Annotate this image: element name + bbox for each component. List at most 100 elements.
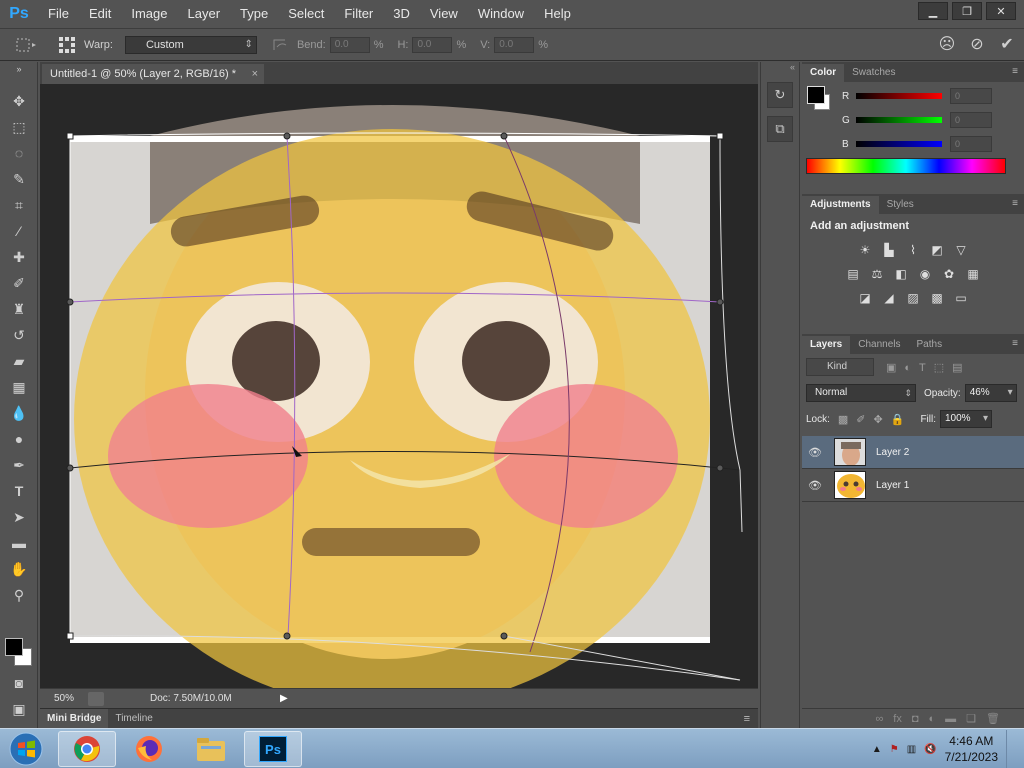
zoom-tool-icon[interactable]: ⚲	[0, 582, 38, 608]
warp-style-select[interactable]: Custom	[124, 35, 257, 54]
layer-style-icon[interactable]: fx	[893, 713, 902, 725]
puppet-warp-icon[interactable]: ☹	[936, 33, 958, 55]
selective-color-icon[interactable]: ▩	[927, 288, 947, 308]
blend-mode-select[interactable]: Normal	[806, 384, 916, 402]
menu-help[interactable]: Help	[534, 0, 581, 28]
tool-preset-icon[interactable]	[0, 34, 54, 56]
canvas-area[interactable]	[40, 84, 758, 688]
exposure-icon[interactable]: ◩	[927, 240, 947, 260]
commit-transform-icon[interactable]: ✔	[996, 33, 1018, 55]
menu-select[interactable]: Select	[278, 0, 334, 28]
properties-panel-icon[interactable]: ⧉	[767, 116, 793, 142]
bend-field[interactable]: 0.0	[329, 36, 370, 53]
layers-panel-menu-icon[interactable]: ≡	[1012, 338, 1018, 349]
path-selection-tool-icon[interactable]: ➤	[0, 504, 38, 530]
menu-layer[interactable]: Layer	[178, 0, 231, 28]
taskbar-file-explorer[interactable]	[182, 731, 240, 767]
show-hidden-icons[interactable]: ▲	[872, 744, 882, 755]
pen-tool-icon[interactable]: ✒	[0, 452, 38, 478]
vibrance-icon[interactable]: ▽	[951, 240, 971, 260]
move-tool-icon[interactable]: ✥	[0, 88, 38, 114]
brightness-contrast-icon[interactable]: ☀	[855, 240, 875, 260]
minimize-button[interactable]: ▁	[918, 2, 948, 20]
show-desktop-button[interactable]	[1006, 730, 1018, 768]
tab-swatches[interactable]: Swatches	[844, 64, 903, 82]
new-layer-icon[interactable]: ❏	[966, 712, 976, 725]
eyedropper-tool-icon[interactable]: ⁄	[0, 218, 38, 244]
type-tool-icon[interactable]: T	[0, 478, 38, 504]
foreground-color-swatch[interactable]	[5, 638, 23, 656]
screen-mode-icon[interactable]: ▣	[0, 696, 38, 722]
color-spectrum-bar[interactable]	[806, 158, 1006, 174]
document-tab[interactable]: Untitled-1 @ 50% (Layer 2, RGB/16) * ×	[42, 64, 264, 84]
status-info-icon[interactable]	[88, 691, 104, 706]
color-lookup-icon[interactable]: ▦	[963, 264, 983, 284]
tab-channels[interactable]: Channels	[850, 336, 908, 354]
action-center-icon[interactable]: ⚑	[890, 744, 899, 755]
hue-saturation-icon[interactable]: ▤	[843, 264, 863, 284]
taskbar-chrome[interactable]	[58, 731, 116, 767]
opacity-field[interactable]: 46%	[964, 384, 1017, 402]
h-field[interactable]: 0.0	[412, 36, 453, 53]
menu-window[interactable]: Window	[468, 0, 534, 28]
red-value-field[interactable]: 0	[950, 88, 992, 104]
lock-icons[interactable]: ▩✐✥🔒	[838, 413, 913, 426]
dodge-tool-icon[interactable]: ●	[0, 426, 38, 452]
rectangle-tool-icon[interactable]: ▬	[0, 530, 38, 556]
tab-styles[interactable]: Styles	[879, 196, 922, 214]
brush-tool-icon[interactable]: ✐	[0, 270, 38, 296]
tab-paths[interactable]: Paths	[909, 336, 951, 354]
collapse-toolbar-icon[interactable]: »	[0, 62, 38, 76]
cancel-transform-icon[interactable]: ⊘	[966, 33, 988, 55]
quick-mask-icon[interactable]: ◙	[0, 670, 38, 696]
red-slider[interactable]	[856, 93, 942, 99]
fill-field[interactable]: 100%	[940, 410, 992, 428]
healing-brush-tool-icon[interactable]: ✚	[0, 244, 38, 270]
start-button[interactable]	[2, 730, 50, 768]
add-mask-icon[interactable]: ◘	[912, 713, 919, 725]
menu-3d[interactable]: 3D	[383, 0, 420, 28]
tab-timeline[interactable]: Timeline	[108, 709, 159, 729]
green-slider[interactable]	[856, 117, 942, 123]
crop-tool-icon[interactable]: ⌗	[0, 192, 38, 218]
restore-button[interactable]: ❐	[952, 2, 982, 20]
link-layers-icon[interactable]: ∞	[875, 713, 883, 725]
color-panel-menu-icon[interactable]: ≡	[1012, 66, 1018, 77]
color-fg-swatch[interactable]	[807, 86, 825, 104]
posterize-icon[interactable]: ◢	[879, 288, 899, 308]
tab-mini-bridge[interactable]: Mini Bridge	[40, 708, 109, 729]
black-white-icon[interactable]: ◧	[891, 264, 911, 284]
menu-view[interactable]: View	[420, 0, 468, 28]
visibility-eye-icon[interactable]: 👁	[802, 479, 828, 492]
warp-canvas-artwork[interactable]	[40, 84, 758, 688]
warp-orientation-icon[interactable]	[267, 34, 293, 56]
warp-grid-icon[interactable]	[54, 34, 80, 56]
close-button[interactable]: ✕	[986, 2, 1016, 20]
blur-tool-icon[interactable]: 💧	[0, 400, 38, 426]
new-adjustment-icon[interactable]: ◐	[929, 713, 936, 725]
system-clock[interactable]: 4:46 AM 7/21/2023	[945, 733, 998, 765]
volume-icon[interactable]: 🔇	[924, 744, 936, 755]
layer-row-layer-2[interactable]: 👁 Layer 2	[802, 436, 1024, 469]
status-menu-arrow-icon[interactable]: ▶	[280, 693, 288, 704]
layer-kind-filter[interactable]: Kind	[806, 358, 874, 376]
menu-edit[interactable]: Edit	[79, 0, 121, 28]
taskbar-firefox[interactable]	[120, 731, 178, 767]
taskbar-photoshop[interactable]: Ps	[244, 731, 302, 767]
clone-stamp-tool-icon[interactable]: ♜	[0, 296, 38, 322]
hand-tool-icon[interactable]: ✋	[0, 556, 38, 582]
color-balance-icon[interactable]: ⚖	[867, 264, 887, 284]
new-group-icon[interactable]: ▬	[945, 713, 956, 725]
expand-dock-icon[interactable]: «	[761, 62, 799, 74]
delete-layer-icon[interactable]: 🗑	[986, 712, 1000, 725]
tab-layers[interactable]: Layers	[802, 336, 851, 354]
menu-file[interactable]: File	[38, 0, 79, 28]
lasso-tool-icon[interactable]: ◌	[0, 140, 38, 166]
curves-icon[interactable]: ⌇	[903, 240, 923, 260]
blue-slider[interactable]	[856, 141, 942, 147]
marquee-tool-icon[interactable]: ⬚	[0, 114, 38, 140]
tab-adjustments[interactable]: Adjustments	[802, 196, 879, 214]
v-field[interactable]: 0.0	[494, 36, 535, 53]
menu-type[interactable]: Type	[230, 0, 278, 28]
menu-image[interactable]: Image	[121, 0, 177, 28]
